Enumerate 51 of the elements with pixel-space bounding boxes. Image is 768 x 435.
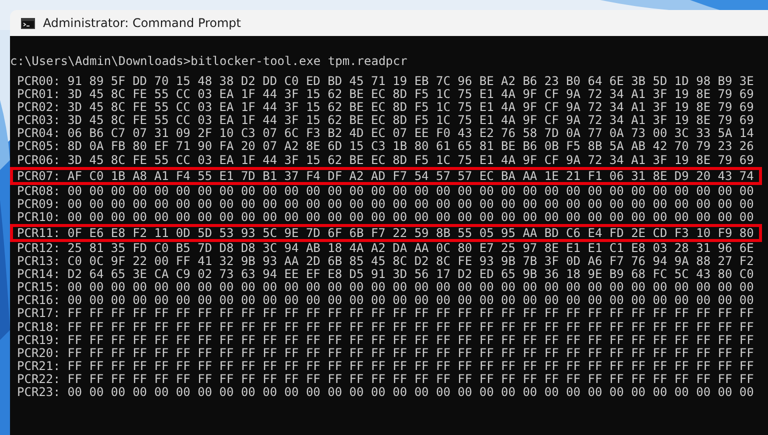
hex-bytes: FF FF FF FF FF FF FF FF FF FF FF FF FF FF FF FF FF FF FF FF FF FF FF FF FF FF FF FF FF FF FF FF bbox=[68, 346, 754, 360]
pcr-label: PCR02: bbox=[17, 101, 60, 114]
pcr-label: PCR04: bbox=[17, 127, 60, 140]
pcr-label: PCR22: bbox=[17, 372, 60, 386]
hex-bytes: 3D 45 8C FE 55 CC 03 EA 1F 44 3F 15 62 BE EC 8D F5 1C 75 E1 4A 9F CF 9A 72 34 A1 3F 19 8E 79 69 bbox=[68, 101, 754, 114]
hex-bytes: 0F E6 E8 F2 11 0D 5D 53 93 5C 9E 7D 6F 6B F7 22 59 8B 55 05 95 AA BD C6 E4 FD 2E CD F3 10 F9 80 bbox=[68, 226, 754, 239]
hex-bytes: 00 00 00 00 00 00 00 00 00 00 00 00 00 00 00 00 00 00 00 00 00 00 00 00 00 00 00 00 00 00 00 00 bbox=[68, 184, 754, 198]
hex-bytes: 00 00 00 00 00 00 00 00 00 00 00 00 00 00 00 00 00 00 00 00 00 00 00 00 00 00 00 00 00 00 00 00 bbox=[68, 281, 754, 294]
pcr-label: PCR16: bbox=[17, 294, 60, 308]
pcr-label: PCR23: bbox=[17, 386, 60, 400]
hex-bytes: 3D 45 8C FE 55 CC 03 EA 1F 44 3F 15 62 BE EC 8D F5 1C 75 E1 4A 9F CF 9A 72 34 A1 3F 19 8E 79 69 bbox=[68, 154, 754, 167]
hex-bytes: FF FF FF FF FF FF FF FF FF FF FF FF FF FF FF FF FF FF FF FF FF FF FF FF FF FF FF FF FF FF FF FF bbox=[68, 307, 754, 320]
hex-bytes: 06 B6 C7 07 31 09 2F 10 C3 07 6C F3 B2 4D EC 07 EE F0 43 E2 76 58 7D 0A 77 0A 73 00 3C 33 5A 14 bbox=[68, 127, 754, 140]
pcr-label: PCR13: bbox=[17, 255, 60, 268]
pcr-label: PCR14: bbox=[17, 268, 60, 282]
terminal-icon bbox=[21, 18, 35, 28]
hex-bytes: 00 00 00 00 00 00 00 00 00 00 00 00 00 00 00 00 00 00 00 00 00 00 00 00 00 00 00 00 00 00 00 00 bbox=[68, 294, 754, 308]
pcr-label: PCR10: bbox=[17, 210, 60, 224]
pcr-label: PCR09: bbox=[17, 198, 60, 211]
pcr-label: PCR11: bbox=[17, 226, 60, 239]
command-line: c:\Users\Admin\Downloads>bitlocker-tool.exe tpm.readpcr bbox=[10, 54, 408, 69]
pcr-label: PCR18: bbox=[17, 320, 60, 334]
hex-bytes: AF C0 1B A8 A1 F4 55 E1 7D B1 37 F4 DF A2 AD F7 54 57 57 EC BA AA 1E 21 F1 06 31 8E D9 20 43 74 bbox=[68, 170, 754, 182]
hex-bytes: FF FF FF FF FF FF FF FF FF FF FF FF FF FF FF FF FF FF FF FF FF FF FF FF FF FF FF FF FF FF FF FF bbox=[68, 334, 754, 347]
pcr-label: PCR08: bbox=[17, 184, 60, 198]
pcr-label: PCR05: bbox=[17, 140, 60, 154]
pcr-label: PCR15: bbox=[17, 281, 60, 294]
pcr-label: PCR01: bbox=[17, 88, 60, 102]
pcr-label: PCR03: bbox=[17, 114, 60, 128]
pcr-label: PCR12: bbox=[17, 242, 60, 256]
pcr-label: PCR07: bbox=[17, 170, 60, 182]
pcr-label: PCR06: bbox=[17, 154, 60, 167]
pcr-label: PCR17: bbox=[17, 307, 60, 320]
pcr-label: PCR00: bbox=[17, 75, 60, 88]
hex-bytes: 91 89 5F DD 70 15 48 38 D2 DD C0 ED BD 45 71 19 EB 7C 96 BE A2 B6 23 B0 64 6E 3B 5D 1D 98 B9 3E bbox=[68, 75, 754, 88]
hex-bytes: 00 00 00 00 00 00 00 00 00 00 00 00 00 00 00 00 00 00 00 00 00 00 00 00 00 00 00 00 00 00 00 00 bbox=[68, 198, 754, 211]
hex-bytes: FF FF FF FF FF FF FF FF FF FF FF FF FF FF FF FF FF FF FF FF FF FF FF FF FF FF FF FF FF FF FF FF bbox=[68, 320, 754, 334]
hex-bytes: FF FF FF FF FF FF FF FF FF FF FF FF FF FF FF FF FF FF FF FF FF FF FF FF FF FF FF FF FF FF FF FF bbox=[68, 372, 754, 386]
pcr-label: PCR21: bbox=[17, 360, 60, 373]
hex-bytes: FF FF FF FF FF FF FF FF FF FF FF FF FF FF FF FF FF FF FF FF FF FF FF FF FF FF FF FF FF FF FF FF bbox=[68, 360, 754, 373]
hex-bytes: 00 00 00 00 00 00 00 00 00 00 00 00 00 00 00 00 00 00 00 00 00 00 00 00 00 00 00 00 00 00 00 00 bbox=[68, 210, 754, 224]
hex-bytes: 8D 0A FB 80 EF 71 90 FA 20 07 A2 8E 6D 15 C3 1B 80 61 65 81 BE B6 0B F5 8B 5A AB 42 70 79 23 26 bbox=[68, 140, 754, 154]
hex-bytes: 3D 45 8C FE 55 CC 03 EA 1F 44 3F 15 62 BE EC 8D F5 1C 75 E1 4A 9F CF 9A 72 34 A1 3F 19 8E 79 69 bbox=[68, 114, 754, 128]
pcr-label: PCR19: bbox=[17, 334, 60, 347]
hex-bytes: D2 64 65 3E CA C9 02 73 63 94 EE EF E8 D5 91 3D 56 17 D2 ED 65 9B 36 18 9E B9 68 FC 5C 43 80 C0 bbox=[68, 268, 754, 282]
window-title: Administrator: Command Prompt bbox=[43, 16, 241, 30]
hex-bytes: 3D 45 8C FE 55 CC 03 EA 1F 44 3F 15 62 BE EC 8D F5 1C 75 E1 4A 9F CF 9A 72 34 A1 3F 19 8E 79 69 bbox=[68, 88, 754, 102]
pcr-label: PCR20: bbox=[17, 346, 60, 360]
hex-bytes: 00 00 00 00 00 00 00 00 00 00 00 00 00 00 00 00 00 00 00 00 00 00 00 00 00 00 00 00 00 00 00 00 bbox=[68, 386, 754, 400]
hex-bytes: 25 81 35 FD C0 B5 7D D8 D8 3C 94 AB 18 4A A2 DA AA 0C 80 E7 25 97 8E E1 E1 C1 E8 03 28 31 96 6E bbox=[68, 242, 754, 256]
hex-bytes: C0 0C 9F 22 00 FF 41 32 9B 93 AA 2D 6B 85 45 8C D2 8C FE 93 9B 7B 3F 0D A6 F7 76 94 9A 88 27 F2 bbox=[68, 255, 754, 268]
